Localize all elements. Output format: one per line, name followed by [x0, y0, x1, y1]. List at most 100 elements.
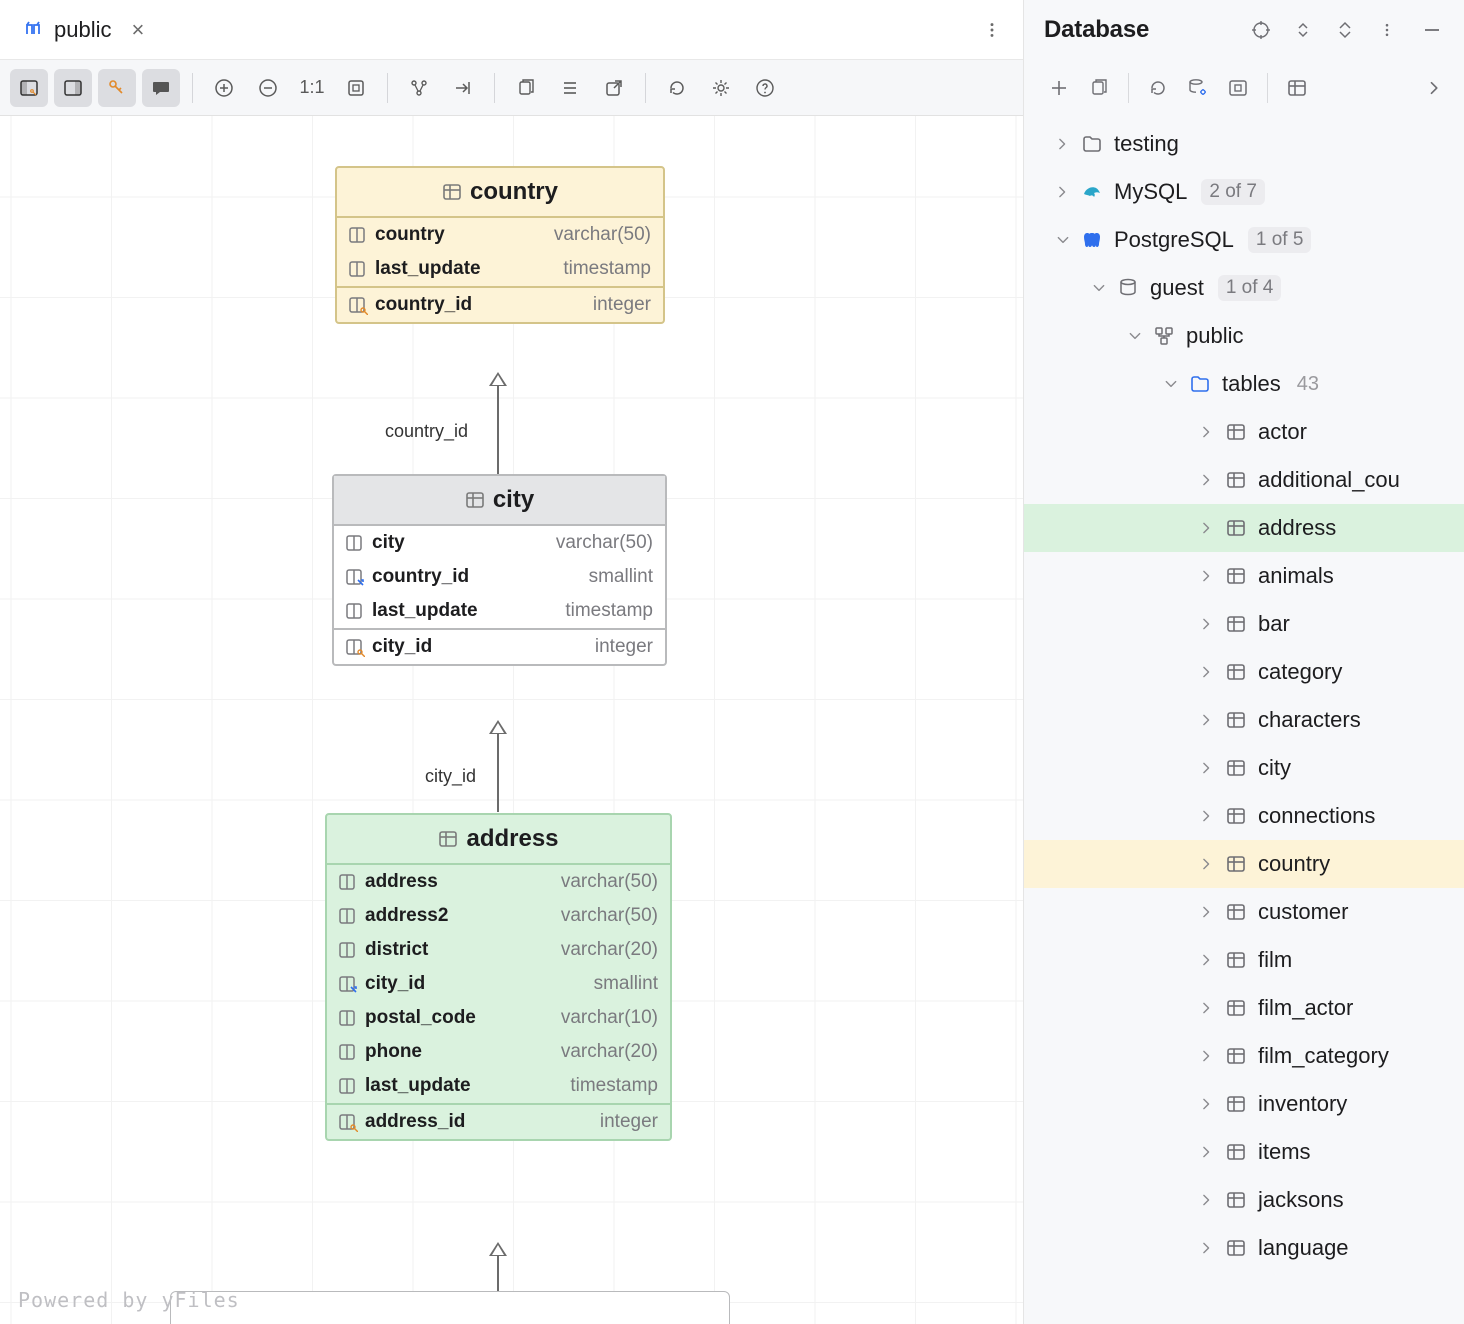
db-refresh-button[interactable] [1141, 71, 1175, 105]
disclose-icon[interactable] [1200, 713, 1214, 727]
entity-column-row[interactable]: country_id smallint [334, 560, 665, 594]
disclose-icon[interactable] [1200, 1097, 1214, 1111]
expand-collapse-button[interactable] [1286, 13, 1320, 47]
entity-address[interactable]: address address varchar(50) address2 var… [325, 813, 672, 1141]
tree-node-characters[interactable]: characters [1024, 696, 1464, 744]
tree-node-jacksons[interactable]: jacksons [1024, 1176, 1464, 1224]
disclose-icon[interactable] [1200, 569, 1214, 583]
tab-close-button[interactable]: × [131, 17, 144, 43]
disclose-icon[interactable] [1200, 857, 1214, 871]
list-button[interactable] [551, 69, 589, 107]
tree-node-category[interactable]: category [1024, 648, 1464, 696]
tree-node-public[interactable]: public [1024, 312, 1464, 360]
entity-city[interactable]: city city varchar(50) country_id smallin… [332, 474, 667, 666]
entity-column-row[interactable]: last_update timestamp [337, 252, 663, 286]
tree-node-guest[interactable]: guest 1 of 4 [1024, 264, 1464, 312]
disclose-icon[interactable] [1200, 761, 1214, 775]
entity-column-row[interactable]: last_update timestamp [334, 594, 665, 628]
tree-node-tables[interactable]: tables 43 [1024, 360, 1464, 408]
tree-node-country[interactable]: country [1024, 840, 1464, 888]
disclose-icon[interactable] [1056, 137, 1070, 151]
tree-node-address[interactable]: address [1024, 504, 1464, 552]
entity-column-row[interactable]: last_update timestamp [327, 1069, 670, 1103]
entity-header[interactable]: city [334, 476, 665, 526]
disclose-icon[interactable] [1200, 1049, 1214, 1063]
add-datasource-button[interactable] [1042, 71, 1076, 105]
editor-tab-public[interactable]: public [14, 11, 119, 49]
fit-content-button[interactable] [337, 69, 375, 107]
tab-menu-button[interactable] [975, 16, 1009, 44]
zoom-out-button[interactable] [249, 69, 287, 107]
collapse-all-button[interactable] [1328, 13, 1362, 47]
tree-node-film_actor[interactable]: film_actor [1024, 984, 1464, 1032]
disconnect-button[interactable] [1221, 71, 1255, 105]
locate-button[interactable] [1244, 13, 1278, 47]
entity-column-row[interactable]: phone varchar(20) [327, 1035, 670, 1069]
db-tree[interactable]: testing MySQL 2 of 7 PostgreSQL 1 of 5 g… [1024, 116, 1464, 1324]
disclose-icon[interactable] [1128, 329, 1142, 343]
zoom-in-button[interactable] [205, 69, 243, 107]
entity-column-row[interactable]: address varchar(50) [327, 865, 670, 899]
tree-node-customer[interactable]: customer [1024, 888, 1464, 936]
disclose-icon[interactable] [1200, 1145, 1214, 1159]
show-keys-button[interactable] [98, 69, 136, 107]
open-console-button[interactable] [1280, 71, 1314, 105]
duplicate-button[interactable] [1082, 71, 1116, 105]
disclose-icon[interactable] [1200, 1193, 1214, 1207]
disclose-icon[interactable] [1200, 905, 1214, 919]
tree-node-connections[interactable]: connections [1024, 792, 1464, 840]
disclose-icon[interactable] [1200, 521, 1214, 535]
entity-column-row[interactable]: district varchar(20) [327, 933, 670, 967]
entity-column-row[interactable]: city_id integer [334, 628, 665, 664]
disclose-icon[interactable] [1200, 1241, 1214, 1255]
tree-node-language[interactable]: language [1024, 1224, 1464, 1272]
entity-column-row[interactable]: address_id integer [327, 1103, 670, 1139]
tree-node-additional_cou[interactable]: additional_cou [1024, 456, 1464, 504]
hide-panel-button[interactable] [1412, 13, 1452, 47]
export-button[interactable] [595, 69, 633, 107]
disclose-icon[interactable] [1200, 953, 1214, 967]
panel-options-button[interactable] [1370, 13, 1404, 47]
disclose-icon[interactable] [1200, 665, 1214, 679]
entity-column-row[interactable]: country varchar(50) [337, 218, 663, 252]
disclose-icon[interactable] [1200, 473, 1214, 487]
tree-node-bar[interactable]: bar [1024, 600, 1464, 648]
toggle-right-panel-button[interactable] [54, 69, 92, 107]
entity-country[interactable]: country country varchar(50) last_update … [335, 166, 665, 324]
show-comments-button[interactable] [142, 69, 180, 107]
disclose-icon[interactable] [1092, 281, 1106, 295]
toggle-left-panel-button[interactable] [10, 69, 48, 107]
tree-node-film_category[interactable]: film_category [1024, 1032, 1464, 1080]
disclose-icon[interactable] [1200, 1001, 1214, 1015]
tree-node-MySQL[interactable]: MySQL 2 of 7 [1024, 168, 1464, 216]
entity-header[interactable]: country [337, 168, 663, 218]
entity-column-row[interactable]: city_id smallint [327, 967, 670, 1001]
help-button[interactable] [746, 69, 784, 107]
tree-node-actor[interactable]: actor [1024, 408, 1464, 456]
tree-node-film[interactable]: film [1024, 936, 1464, 984]
disclose-icon[interactable] [1056, 233, 1070, 247]
scroll-right-button[interactable] [1418, 71, 1452, 105]
tree-node-testing[interactable]: testing [1024, 120, 1464, 168]
tree-node-inventory[interactable]: inventory [1024, 1080, 1464, 1128]
settings-button[interactable] [702, 69, 740, 107]
disclose-icon[interactable] [1200, 809, 1214, 823]
copy-button[interactable] [507, 69, 545, 107]
tree-node-items[interactable]: items [1024, 1128, 1464, 1176]
tree-node-animals[interactable]: animals [1024, 552, 1464, 600]
tree-node-city[interactable]: city [1024, 744, 1464, 792]
disclose-icon[interactable] [1200, 425, 1214, 439]
entity-column-row[interactable]: city varchar(50) [334, 526, 665, 560]
datasource-properties-button[interactable] [1181, 71, 1215, 105]
tree-node-PostgreSQL[interactable]: PostgreSQL 1 of 5 [1024, 216, 1464, 264]
zoom-reset-button[interactable]: 1:1 [293, 69, 331, 107]
entity-partial[interactable] [170, 1291, 730, 1324]
entity-column-row[interactable]: postal_code varchar(10) [327, 1001, 670, 1035]
entity-column-row[interactable]: address2 varchar(50) [327, 899, 670, 933]
disclose-icon[interactable] [1164, 377, 1178, 391]
layout-button[interactable] [400, 69, 438, 107]
entity-header[interactable]: address [327, 815, 670, 865]
disclose-icon[interactable] [1056, 185, 1070, 199]
disclose-icon[interactable] [1200, 617, 1214, 631]
refresh-button[interactable] [658, 69, 696, 107]
